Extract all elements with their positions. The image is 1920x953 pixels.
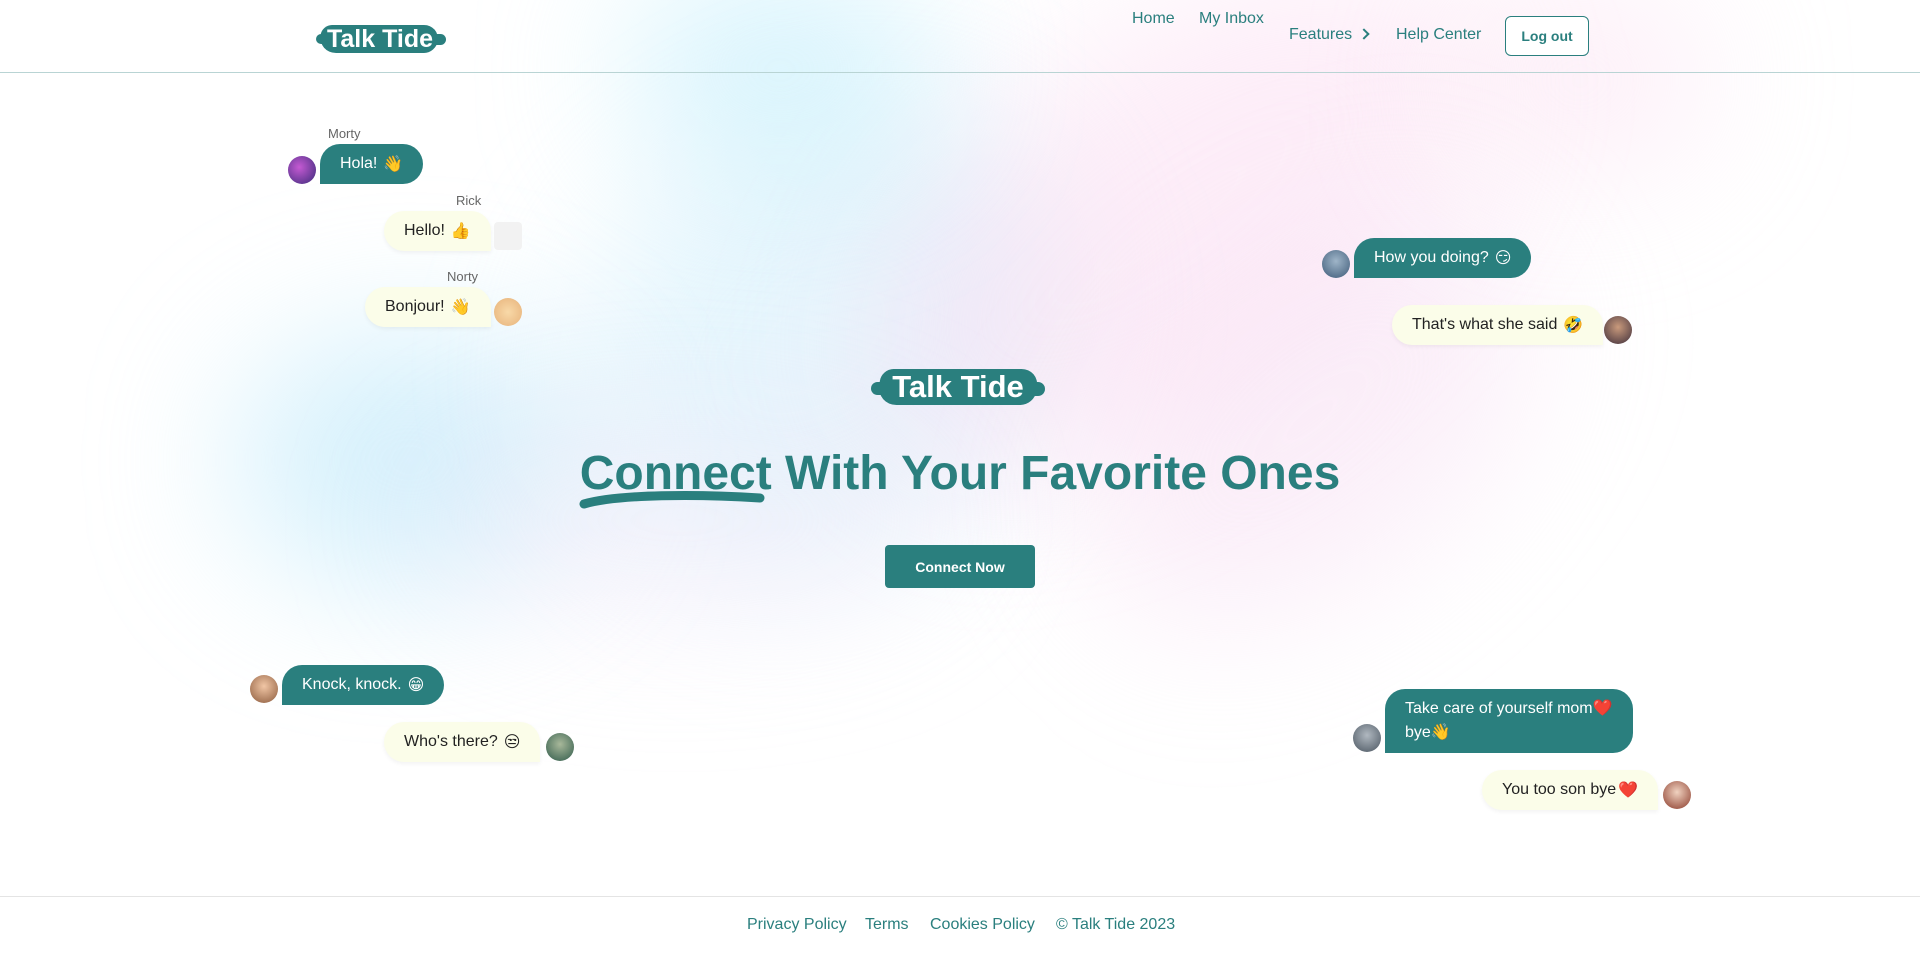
message-text: Bonjour! [385, 298, 445, 315]
hero-headline: Connect With Your Favorite Ones [0, 446, 1920, 509]
grin-emoji: 😁 [407, 677, 425, 694]
heart-emoji: ❤️ [1618, 782, 1639, 799]
footer: Privacy Policy Terms Cookies Policy © Ta… [0, 896, 1920, 953]
message-text-line2: bye [1405, 724, 1431, 741]
waving-hand-emoji: 👋 [1430, 724, 1451, 741]
heart-emoji: ❤️ [1592, 700, 1613, 717]
avatar [288, 156, 316, 184]
message-text-line1: Take care of yourself mom [1405, 700, 1593, 717]
headline-rest: With Your Favorite Ones [771, 447, 1341, 500]
footer-cookies-policy[interactable]: Cookies Policy [930, 916, 1035, 934]
waving-hand-emoji: 👋 [450, 299, 471, 316]
avatar [1322, 250, 1350, 278]
chat-bubble: Knock, knock. 😁 [282, 665, 445, 705]
nav-features[interactable]: Features [1289, 26, 1370, 44]
message-text: Hola! [340, 155, 378, 172]
chevron-right-icon [1358, 28, 1370, 40]
rofl-emoji: 🤣 [1563, 317, 1584, 334]
top-navbar: Talk Tide Home My Inbox Features Help Ce… [0, 0, 1920, 73]
connect-now-button[interactable]: Connect Now [885, 545, 1035, 588]
message-text: Hello! [404, 222, 445, 239]
footer-terms[interactable]: Terms [865, 916, 909, 934]
chat-bubble: Take care of yourself mom❤️ bye👋 [1385, 689, 1633, 753]
unamused-emoji: 😒 [503, 734, 521, 751]
message-text: Knock, knock. [302, 676, 402, 693]
chat-bubble: You too son bye ❤️ [1482, 770, 1659, 810]
chat-bubble: That's what she said 🤣 [1392, 305, 1604, 345]
smirk-emoji: 😏 [1494, 250, 1512, 267]
chat-bubble: Who's there? 😒 [384, 722, 541, 762]
avatar [494, 222, 522, 250]
footer-copyright: © Talk Tide 2023 [1056, 916, 1176, 933]
nav-help-center[interactable]: Help Center [1396, 26, 1481, 44]
avatar [1604, 316, 1632, 344]
chat-bubble: Bonjour! 👋 [365, 287, 491, 327]
header-logo-text: Talk Tide [326, 24, 434, 53]
nav-home[interactable]: Home [1132, 10, 1175, 28]
thumbs-up-emoji: 👍 [450, 223, 471, 240]
waving-hand-emoji: 👋 [383, 156, 404, 173]
headline-highlight: Connect [579, 446, 772, 509]
sender-name: Morty [328, 126, 361, 141]
hero-logo: Talk Tide [871, 365, 1045, 409]
chat-bubble: How you doing? 😏 [1354, 238, 1532, 278]
message-text: Who's there? [404, 733, 498, 750]
avatar [494, 298, 522, 326]
message-text: Take care of yourself mom❤️ bye👋 [1405, 697, 1613, 745]
logout-button[interactable]: Log out [1505, 16, 1589, 56]
hero-logo-text: Talk Tide [892, 369, 1024, 404]
chat-bubble: Hola! 👋 [320, 144, 424, 184]
avatar [1663, 781, 1691, 809]
message-text: That's what she said [1412, 316, 1558, 333]
sender-name: Rick [456, 193, 482, 208]
brush-underline-icon [579, 491, 765, 509]
avatar [250, 675, 278, 703]
message-text: You too son bye [1502, 781, 1617, 798]
message-text: How you doing? [1374, 249, 1489, 266]
avatar [546, 733, 574, 761]
avatar [1353, 724, 1381, 752]
nav-my-inbox[interactable]: My Inbox [1199, 10, 1264, 28]
footer-privacy-policy[interactable]: Privacy Policy [747, 916, 847, 934]
sender-name: Norty [447, 269, 479, 284]
chat-bubble: Hello! 👍 [384, 211, 491, 251]
header-logo[interactable]: Talk Tide [316, 22, 446, 56]
nav-features-label: Features [1289, 26, 1353, 43]
